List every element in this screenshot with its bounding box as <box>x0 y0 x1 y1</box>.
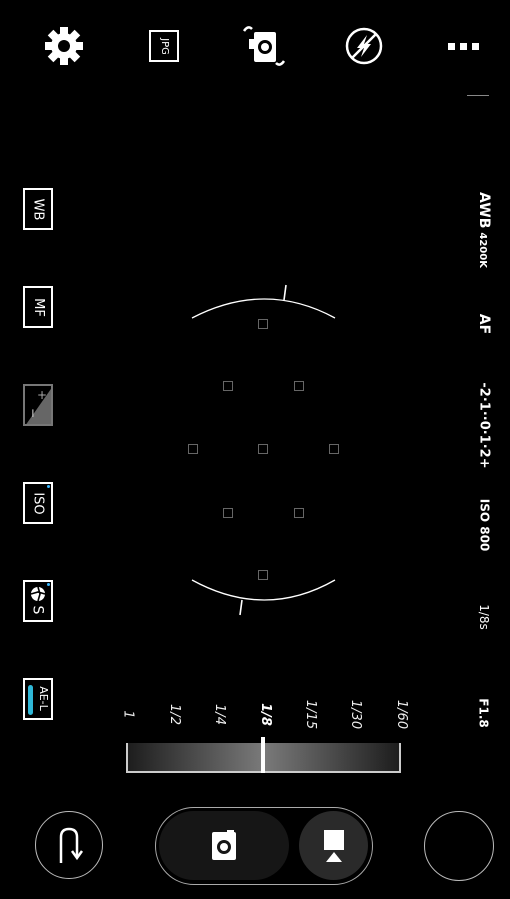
iso-label: ISO <box>30 491 46 515</box>
switch-camera-button[interactable] <box>234 16 294 76</box>
iso-value: ISO 800 <box>477 498 492 552</box>
white-balance-button[interactable]: WB <box>23 188 53 230</box>
shutter-value: 1/8s <box>476 604 491 630</box>
photo-format-button[interactable]: JPG <box>134 16 194 76</box>
video-camera-icon <box>323 829 344 862</box>
shutter-scale-label: 1/4 <box>211 703 227 725</box>
aperture-value: F1.8 <box>477 698 491 728</box>
shutter-speed-slider[interactable] <box>126 737 401 773</box>
awb-status: AWB 4200K <box>462 190 506 270</box>
gear-icon <box>45 27 83 65</box>
iso-button[interactable]: ISO <box>23 482 53 524</box>
shutter-scale-label: 1/2 <box>166 703 182 725</box>
shutter-scale-label: 1 <box>120 709 136 719</box>
shutter-status: 1/8s <box>462 601 506 633</box>
af-point[interactable] <box>258 319 268 329</box>
settings-button[interactable] <box>34 16 94 76</box>
ae-lock-label: AE-L <box>36 686 50 711</box>
more-dots-icon <box>448 43 479 50</box>
camera-icon <box>212 829 236 860</box>
exposure-button[interactable]: + − <box>23 384 53 426</box>
wb-temp-label: 4200K <box>477 232 489 268</box>
gallery-button[interactable] <box>35 811 103 879</box>
more-menu-button[interactable] <box>434 16 494 76</box>
shutter-scale-label: 1/30 <box>348 699 364 729</box>
ae-lock-button[interactable]: AE-L <box>23 678 53 720</box>
shutter-scale-label: 1/8 <box>257 702 273 726</box>
af-point[interactable] <box>258 570 268 580</box>
format-label: JPG <box>158 37 170 55</box>
wb-label: WB <box>30 198 46 220</box>
af-label: AF <box>476 313 492 335</box>
video-mode-button[interactable] <box>299 811 368 880</box>
switch-camera-icon <box>242 26 286 66</box>
gallery-return-icon <box>59 827 84 863</box>
slider-thumb[interactable] <box>261 737 265 773</box>
mode-switch[interactable] <box>155 807 373 885</box>
af-point[interactable] <box>258 444 268 454</box>
slider-track-right-edge <box>399 743 401 773</box>
flash-off-icon <box>345 27 383 65</box>
af-point[interactable] <box>329 444 339 454</box>
level-indicator <box>467 95 489 96</box>
ae-lock-toggle <box>28 685 33 715</box>
aperture-status: F1.8 <box>462 696 506 730</box>
aperture-icon <box>30 586 46 602</box>
exposure-plus: + <box>37 388 48 402</box>
shutter-label: S <box>29 605 46 615</box>
iso-status: ISO 800 <box>462 498 506 552</box>
shutter-button[interactable] <box>424 811 494 881</box>
flash-button[interactable] <box>334 16 394 76</box>
shutter-scale-label: 1/60 <box>394 699 410 729</box>
photo-mode-button[interactable] <box>159 811 289 880</box>
af-point[interactable] <box>294 381 304 391</box>
af-point[interactable] <box>294 508 304 518</box>
iso-active-dot <box>47 485 50 488</box>
shutter-active-dot <box>47 583 50 586</box>
awb-label: AWB <box>476 192 493 229</box>
exposure-minus: − <box>26 407 41 419</box>
shutter-priority-button[interactable]: S <box>23 580 53 622</box>
manual-focus-button[interactable]: MF <box>23 286 53 328</box>
af-status: AF <box>462 312 506 336</box>
mf-label: MF <box>30 297 46 317</box>
ev-scale: -2·1··0·1·2+ <box>476 381 492 469</box>
shutter-scale-label: 1/15 <box>303 699 319 729</box>
slider-track-left-edge <box>126 743 128 773</box>
ev-status: -2·1··0·1·2+ <box>462 372 506 478</box>
af-point[interactable] <box>223 508 233 518</box>
af-point[interactable] <box>223 381 233 391</box>
af-point[interactable] <box>188 444 198 454</box>
